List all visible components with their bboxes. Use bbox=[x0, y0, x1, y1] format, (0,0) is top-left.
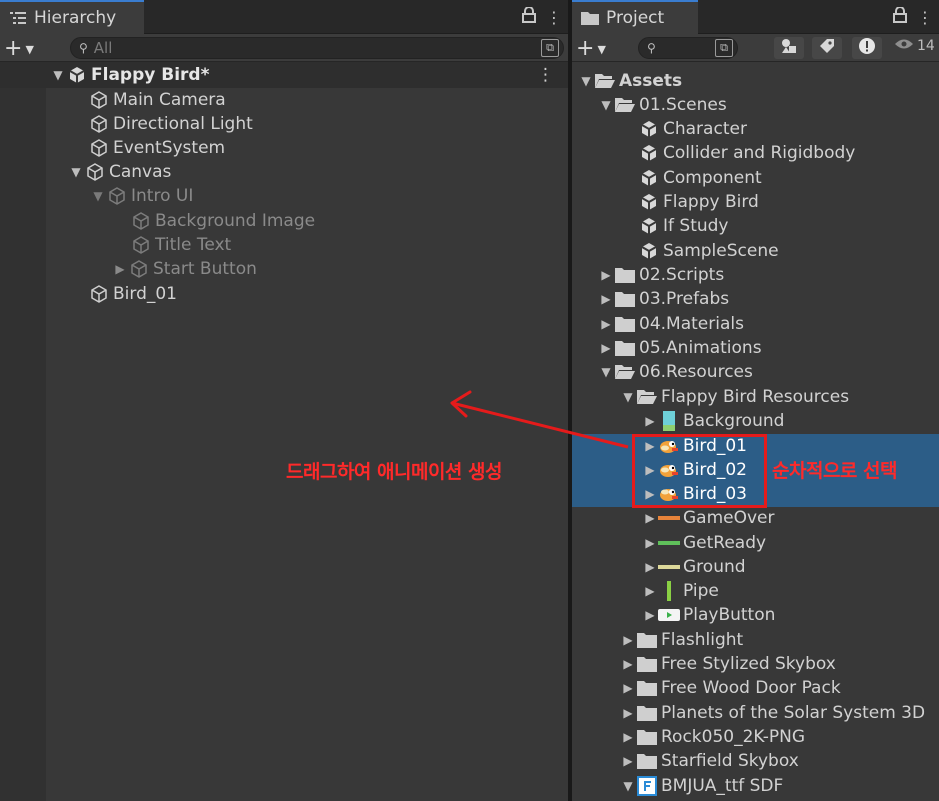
drag-annotation-text: 드래그하여 애니메이션 생성 bbox=[286, 461, 503, 483]
drag-arrow bbox=[450, 390, 629, 449]
select-annotation-text: 순차적으로 선택 bbox=[772, 460, 897, 482]
